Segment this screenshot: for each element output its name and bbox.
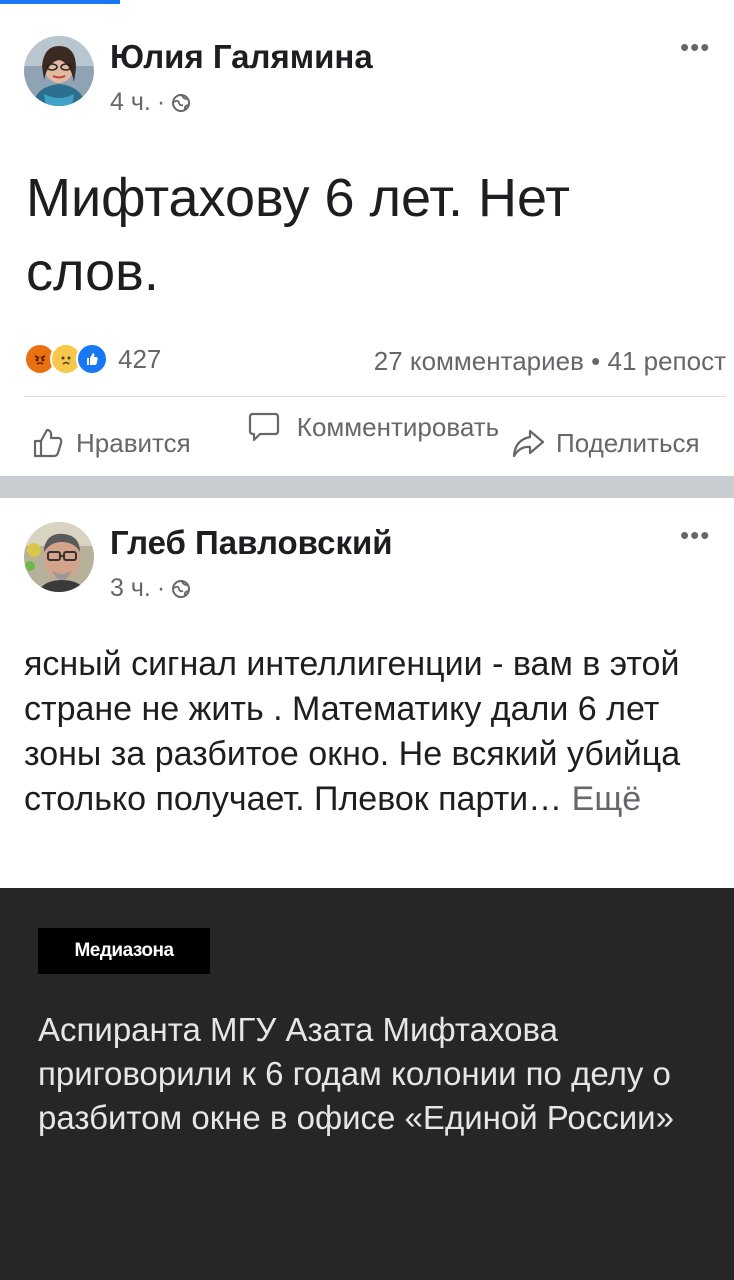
like-label: Нравится bbox=[76, 427, 191, 458]
like-button[interactable]: Нравится bbox=[30, 425, 191, 461]
link-preview-card[interactable]: Медиазона Аспиранта МГУ Азата Мифтахова … bbox=[0, 888, 734, 1280]
comment-icon bbox=[248, 412, 280, 442]
avatar[interactable] bbox=[24, 36, 94, 106]
more-options-button[interactable]: ••• bbox=[680, 522, 710, 548]
like-reaction-icon bbox=[76, 343, 108, 375]
active-tab-indicator bbox=[0, 0, 120, 4]
comment-label: Комментировать bbox=[296, 412, 500, 442]
post-time[interactable]: 3 ч. bbox=[110, 574, 151, 603]
post-stats[interactable]: 27 комментариев • 41 репост bbox=[374, 346, 726, 377]
thumbs-up-icon bbox=[33, 428, 63, 458]
avatar[interactable] bbox=[24, 522, 94, 592]
share-label: Поделиться bbox=[556, 427, 700, 458]
source-badge: Медиазона bbox=[38, 928, 210, 974]
share-button[interactable]: Поделиться bbox=[510, 425, 700, 461]
post-meta: 4 ч. · bbox=[110, 88, 191, 117]
link-headline[interactable]: Аспиранта МГУ Азата Мифтахова приговорил… bbox=[38, 1008, 708, 1140]
post-actions: Нравится Комментировать Поделиться bbox=[0, 403, 734, 478]
reaction-count: 427 bbox=[118, 343, 162, 374]
meta-separator: · bbox=[156, 88, 166, 116]
post-time[interactable]: 4 ч. bbox=[110, 88, 151, 117]
see-more-link[interactable]: Ещё bbox=[572, 780, 642, 818]
globe-icon bbox=[172, 93, 191, 112]
post-card: Юлия Галямина 4 ч. · ••• Мифтахову 6 лет… bbox=[0, 6, 734, 476]
post-text: Мифтахову 6 лет. Нет слов. bbox=[26, 168, 570, 302]
author-name[interactable]: Глеб Павловский bbox=[110, 524, 393, 562]
share-icon bbox=[512, 429, 545, 458]
post-text: ясный сигнал интеллигенции - вам в этой … bbox=[24, 642, 710, 822]
post-meta: 3 ч. · bbox=[110, 574, 191, 603]
meta-separator: · bbox=[156, 574, 166, 602]
comment-button[interactable]: Комментировать bbox=[246, 409, 504, 445]
globe-icon bbox=[172, 579, 191, 598]
reactions-summary[interactable]: 427 bbox=[24, 343, 161, 375]
divider bbox=[24, 396, 726, 397]
more-options-button[interactable]: ••• bbox=[680, 34, 710, 60]
feed-separator bbox=[0, 476, 734, 498]
post-card: Глеб Павловский 3 ч. · ••• ясный сигнал … bbox=[0, 498, 734, 1280]
author-name[interactable]: Юлия Галямина bbox=[110, 38, 373, 76]
